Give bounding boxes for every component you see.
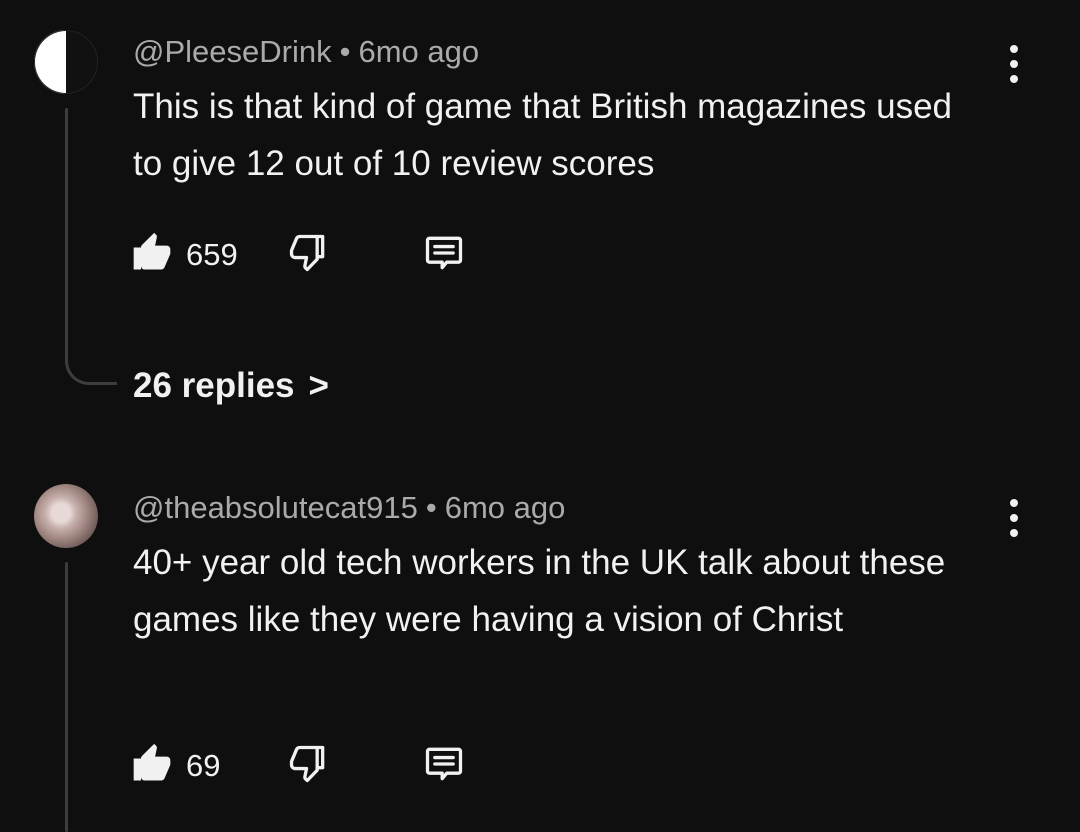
thumbs-up-icon[interactable] — [130, 231, 174, 275]
more-options-icon[interactable] — [998, 40, 1030, 88]
thread-line — [65, 562, 68, 832]
comment-text: This is that kind of game that British m… — [133, 87, 953, 183]
replies-count: 26 replies — [133, 366, 295, 405]
thumbs-up-icon[interactable] — [130, 742, 174, 786]
chevron-right-icon: > — [308, 366, 329, 405]
thread-connector — [65, 349, 117, 385]
comment-text: 40+ year old tech workers in the UK talk… — [133, 543, 946, 639]
more-options-icon[interactable] — [998, 494, 1030, 542]
view-replies-button[interactable]: 26 replies > — [133, 366, 329, 406]
comment-actions: 659 — [130, 231, 550, 281]
comment-time: 6mo ago — [444, 490, 566, 525]
comment-actions: 69 — [130, 742, 550, 792]
avatar[interactable] — [34, 484, 98, 548]
author-handle[interactable]: @theabsolutecat915 — [133, 490, 418, 525]
like-count: 659 — [186, 237, 238, 272]
meta-separator: • — [339, 34, 351, 69]
comment-2: @theabsolutecat915 • 6mo ago 40+ year old … — [0, 440, 1080, 832]
comment-time: 6mo ago — [358, 34, 480, 69]
reply-comment-icon[interactable] — [422, 231, 466, 275]
thread-line — [65, 108, 68, 352]
comment-meta: @PleeseDrink • 6mo ago — [133, 34, 479, 70]
like-count: 69 — [186, 748, 221, 783]
reply-comment-icon[interactable] — [422, 742, 466, 786]
comment-1: @PleeseDrink • 6mo ago This is that kind o… — [0, 0, 1080, 440]
thumbs-down-icon[interactable] — [286, 742, 330, 786]
meta-separator: • — [425, 490, 437, 525]
comment-meta: @theabsolutecat915 • 6mo ago — [133, 490, 565, 526]
avatar[interactable] — [34, 30, 98, 94]
thumbs-down-icon[interactable] — [286, 231, 330, 275]
author-handle[interactable]: @PleeseDrink — [133, 34, 332, 69]
